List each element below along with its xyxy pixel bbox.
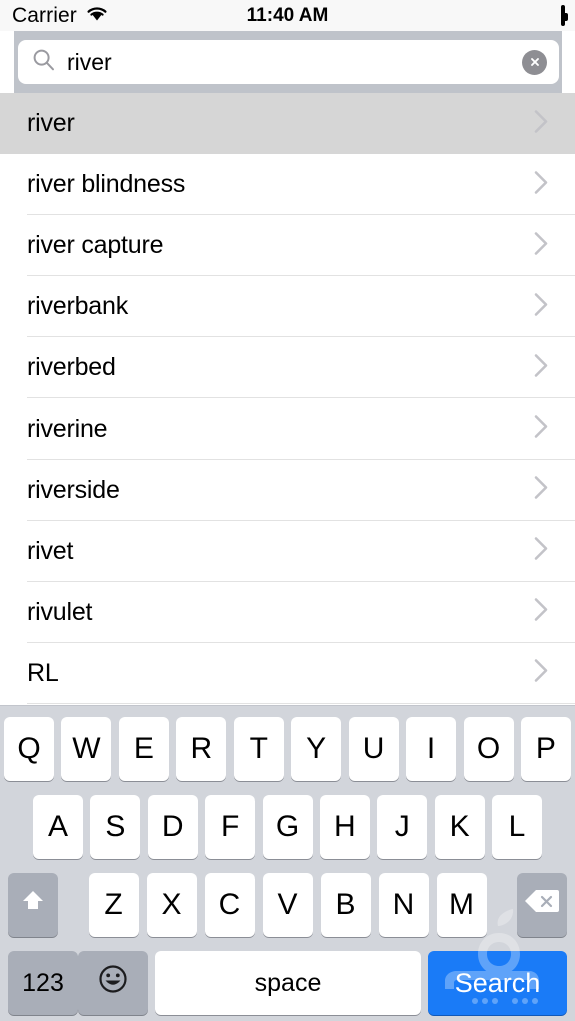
clear-search-icon[interactable]: [522, 49, 547, 75]
result-row[interactable]: river capture: [0, 215, 575, 277]
result-row-label: river blindness: [27, 170, 186, 199]
key-m[interactable]: M: [436, 873, 487, 937]
result-row-label: rivet: [27, 536, 74, 565]
key-c[interactable]: C: [204, 873, 255, 937]
result-row-label: river capture: [27, 231, 164, 260]
result-row-label: riverbed: [27, 353, 116, 382]
numbers-key[interactable]: 123: [8, 951, 78, 1015]
result-row[interactable]: riverine: [0, 398, 575, 460]
search-input[interactable]: river: [18, 40, 559, 84]
key-a[interactable]: A: [33, 795, 83, 859]
keyboard-row-3: ZXCVBNM: [0, 873, 575, 937]
smiley-face-icon: [96, 962, 130, 1004]
key-y[interactable]: Y: [291, 717, 342, 781]
result-row-label: riverside: [27, 475, 120, 504]
key-l[interactable]: L: [492, 795, 542, 859]
key-z[interactable]: Z: [88, 873, 139, 937]
chevron-right-icon: [533, 475, 549, 506]
emoji-key[interactable]: [78, 951, 148, 1015]
search-icon: [32, 48, 55, 76]
result-row-label: river: [27, 109, 75, 138]
key-j[interactable]: J: [377, 795, 428, 859]
chevron-right-icon: [533, 658, 549, 689]
key-r[interactable]: R: [176, 717, 227, 781]
battery-full-icon: [561, 4, 568, 26]
chevron-right-icon: [533, 352, 549, 383]
result-row[interactable]: riverside: [0, 459, 575, 521]
chevron-right-icon: [533, 230, 549, 261]
key-w[interactable]: W: [61, 717, 112, 781]
chevron-right-icon: [533, 536, 549, 567]
status-bar: Carrier 11:40 AM: [0, 0, 575, 31]
search-key[interactable]: Search: [428, 951, 567, 1015]
search-bar-area: river: [0, 31, 575, 93]
key-o[interactable]: O: [463, 717, 514, 781]
backspace-delete-icon: [524, 888, 560, 922]
result-row[interactable]: riverbank: [0, 276, 575, 338]
key-b[interactable]: B: [320, 873, 371, 937]
key-h[interactable]: H: [319, 795, 370, 859]
key-k[interactable]: K: [434, 795, 485, 859]
status-bar-right: [561, 4, 568, 26]
result-row[interactable]: river: [0, 93, 575, 155]
row-separator: [27, 702, 575, 704]
chevron-right-icon: [533, 291, 549, 322]
search-results-list[interactable]: river river blindness river capture riverba…: [0, 93, 575, 705]
result-row-label: rivulet: [27, 597, 93, 626]
key-d[interactable]: D: [147, 795, 198, 859]
keyboard-row-2: ASDFGHJKL: [0, 795, 575, 859]
result-row[interactable]: rivet: [0, 520, 575, 582]
key-q[interactable]: Q: [4, 717, 54, 781]
shift-key[interactable]: [8, 873, 58, 937]
key-e[interactable]: E: [118, 717, 169, 781]
result-row[interactable]: rivulet: [0, 581, 575, 643]
space-key[interactable]: space: [155, 951, 421, 1015]
key-x[interactable]: X: [146, 873, 197, 937]
status-bar-clock: 11:40 AM: [246, 4, 329, 26]
result-row-label: RL: [27, 658, 59, 687]
result-row-label: riverine: [27, 414, 108, 443]
keyboard-row-4: 123 space Search: [0, 951, 575, 1015]
chevron-right-icon: [533, 597, 549, 628]
result-row[interactable]: river blindness: [0, 154, 575, 216]
result-row[interactable]: riverbed: [0, 337, 575, 399]
key-t[interactable]: T: [233, 717, 284, 781]
chevron-right-icon: [533, 169, 549, 200]
shift-up-arrow-icon: [18, 886, 48, 924]
delete-key[interactable]: [517, 873, 567, 937]
key-f[interactable]: F: [205, 795, 256, 859]
on-screen-keyboard[interactable]: QWERTYUIOP ASDFGHJKL ZXCVBNM 123 space S…: [0, 705, 575, 1021]
result-row[interactable]: RL: [0, 642, 575, 704]
search-input-value: river: [67, 48, 112, 75]
key-p[interactable]: P: [520, 717, 571, 781]
chevron-right-icon: [533, 108, 549, 139]
key-n[interactable]: N: [378, 873, 429, 937]
key-u[interactable]: U: [348, 717, 399, 781]
key-i[interactable]: I: [406, 717, 457, 781]
phone-screen: Carrier 11:40 AM river river river blind…: [0, 0, 575, 1021]
key-v[interactable]: V: [262, 873, 313, 937]
keyboard-row-1: QWERTYUIOP: [0, 717, 575, 781]
key-s[interactable]: S: [90, 795, 141, 859]
key-g[interactable]: G: [262, 795, 313, 859]
keyboard-row-3-letters: ZXCVBNM: [88, 873, 487, 937]
chevron-right-icon: [533, 414, 549, 445]
result-row-label: riverbank: [27, 292, 129, 321]
